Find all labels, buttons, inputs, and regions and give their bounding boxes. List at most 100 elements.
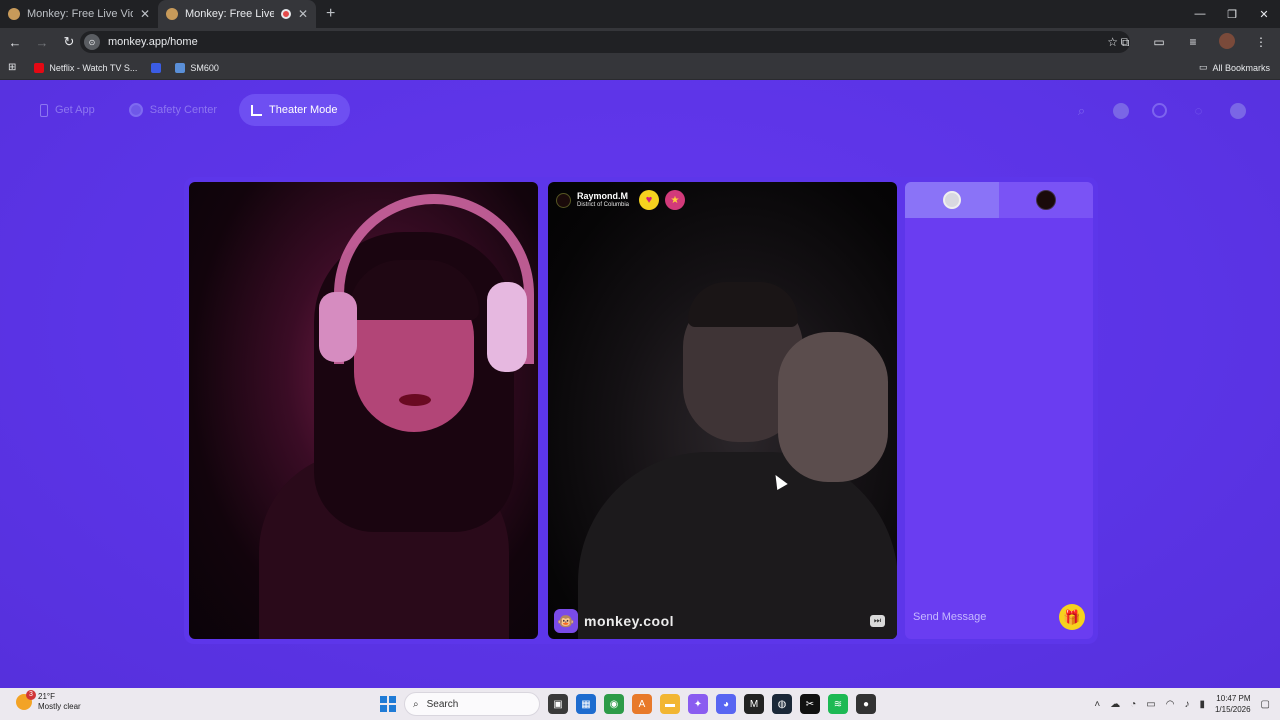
bookmark-label: Netflix - Watch TV S... [49, 62, 138, 73]
folder-icon: ▭ [1198, 62, 1208, 72]
site-info-icon[interactable]: ⊙ [84, 34, 100, 50]
remote-user-info[interactable]: Raymond.M District of Columbia ♥ ★ [556, 190, 686, 210]
all-bookmarks[interactable]: ▭ All Bookmarks [1199, 62, 1270, 73]
chat-input-bar: 🎁 [905, 595, 1093, 639]
coin-icon[interactable] [1110, 100, 1131, 121]
extensions-icon[interactable]: ⧉ [1114, 35, 1136, 50]
close-tab-icon[interactable]: ✕ [298, 7, 308, 21]
video-figure-hair [688, 282, 798, 327]
file-explorer-icon[interactable]: ▬ [660, 694, 680, 714]
watermark-text: monkey.cool [584, 613, 675, 629]
address-bar[interactable]: ⊙ monkey.app/home ☆ [80, 31, 1130, 53]
theater-mode-label: Theater Mode [269, 104, 338, 116]
user-avatar [1036, 190, 1056, 210]
monkey-favicon-icon [8, 8, 20, 20]
skip-icon[interactable]: ⏭ [870, 615, 885, 627]
weather-desc: Mostly clear [38, 702, 81, 711]
get-app-button[interactable]: Get App [28, 94, 107, 126]
chevron-up-icon[interactable]: ˄ [1094, 699, 1100, 710]
user-avatar [943, 191, 961, 209]
gift-button-icon[interactable]: 🎁 [1059, 604, 1085, 630]
back-icon[interactable]: ← [3, 30, 27, 54]
search-icon: ⌕ [413, 698, 419, 710]
bookmarks-bar: ⊞ Netflix - Watch TV S... SM600 ▭ All Bo… [0, 56, 1280, 80]
spotify-icon[interactable]: ≋ [828, 694, 848, 714]
forward-icon[interactable]: → [30, 30, 54, 54]
search-icon[interactable]: ⌕ [1071, 100, 1092, 121]
safety-center-button[interactable]: Safety Center [117, 94, 229, 126]
windows-start-icon[interactable] [380, 696, 396, 712]
steam-icon[interactable]: ◍ [772, 694, 792, 714]
app-a-icon[interactable]: A [632, 694, 652, 714]
network-icon[interactable]: ◔ [1130, 699, 1136, 710]
chrome-icon[interactable]: ◉ [604, 694, 624, 714]
copilot-icon[interactable]: ✦ [688, 694, 708, 714]
store-icon[interactable]: ▦ [576, 694, 596, 714]
app-m-icon[interactable]: M [744, 694, 764, 714]
battery-icon[interactable]: ▮ [1199, 699, 1205, 710]
header-icons: ⌕ ◌ [1071, 100, 1248, 121]
weather-text: 21°F Mostly clear [38, 692, 81, 712]
apps-grid-icon[interactable]: ⊞ [8, 62, 16, 73]
browser-tab-1[interactable]: Monkey: Free Live Video Chat ✕ [0, 0, 158, 28]
media-controls-icon[interactable]: ≡ [1182, 35, 1204, 49]
chat-bubble-icon[interactable]: ◌ [1188, 100, 1209, 121]
system-tray: ˄ ☁ ◔ ▭ ◠ ♪ ▮ 10:47 PM 1/15/2026 ▢ [1094, 688, 1270, 720]
search-label: Search [426, 698, 459, 710]
capcut-icon[interactable]: ✂ [800, 694, 820, 714]
remote-user-location: District of Columbia [577, 202, 630, 208]
reload-icon[interactable]: ↻ [57, 30, 81, 54]
video-chat-stage: Raymond.M District of Columbia ♥ ★ 🐵 mon… [184, 177, 1098, 644]
maximize-icon[interactable]: ❐ [1216, 0, 1248, 28]
headphones-ear-right [487, 282, 527, 372]
task-view-icon[interactable]: ▣ [548, 694, 568, 714]
taskbar-search[interactable]: ⌕ Search [404, 692, 540, 716]
bookmark-netflix[interactable]: Netflix - Watch TV S... [34, 62, 138, 73]
clock-date: 1/15/2026 [1214, 705, 1251, 714]
cast-icon[interactable]: ▭ [1148, 35, 1170, 49]
new-tab-button[interactable]: + [326, 5, 335, 23]
notification-icon[interactable]: ▢ [1261, 699, 1270, 710]
gift-badge-icon[interactable]: ★ [665, 190, 686, 210]
minimize-icon[interactable]: — [1184, 0, 1216, 28]
discord-icon[interactable]: ◕ [716, 694, 736, 714]
close-tab-icon[interactable]: ✕ [140, 7, 150, 21]
tab-title: Monkey: Free Live Video Chat [27, 8, 133, 20]
window-controls: — ❐ ✕ [1184, 0, 1280, 28]
tab-title: Monkey: Free Live Video Ch [185, 8, 274, 20]
weather-widget[interactable]: 3 21°F Mostly clear [16, 690, 81, 712]
app-red-icon[interactable]: ● [856, 694, 876, 714]
history-icon[interactable] [1149, 100, 1170, 121]
menu-icon[interactable]: ⋮ [1250, 35, 1272, 49]
profile-icon[interactable] [1216, 32, 1238, 52]
wifi-icon[interactable]: ◠ [1166, 699, 1175, 710]
video-figure-hand [778, 332, 888, 482]
close-window-icon[interactable]: ✕ [1248, 0, 1280, 28]
onedrive-icon[interactable]: ☁ [1110, 699, 1120, 710]
weather-badge: 3 [26, 690, 36, 700]
safety-center-label: Safety Center [149, 104, 218, 116]
monkey-favicon-icon [166, 8, 178, 20]
browser-toolbar: ← → ↻ ⊙ monkey.app/home ☆ ⧉ ▭ ≡ ⋮ [0, 28, 1280, 56]
browser-tab-2[interactable]: Monkey: Free Live Video Ch ✕ [158, 0, 316, 28]
taskbar-apps: ⌕ Search ▣ ▦ ◉ A ▬ ✦ ◕ M ◍ ✂ ≋ ● [380, 692, 876, 716]
browser-tab-bar: Monkey: Free Live Video Chat ✕ Monkey: F… [0, 0, 1280, 28]
bookmark-roblox[interactable] [151, 62, 162, 73]
heart-badge-icon[interactable]: ♥ [639, 190, 660, 210]
theater-mode-button[interactable]: Theater Mode [239, 94, 350, 126]
volume-icon[interactable]: ♪ [1184, 699, 1189, 710]
chat-tab-user-1[interactable] [905, 182, 999, 218]
netflix-icon [34, 62, 45, 73]
get-app-label: Get App [55, 104, 95, 116]
bookmark-sm600[interactable]: SM600 [175, 62, 219, 73]
chat-tab-user-2[interactable] [999, 182, 1093, 218]
url-text: monkey.app/home [108, 36, 198, 48]
expand-icon [251, 104, 263, 116]
display-icon[interactable]: ▭ [1146, 699, 1155, 710]
video-figure-lips [399, 394, 431, 406]
roblox-icon [151, 62, 162, 73]
chat-panel: 🎁 [905, 182, 1093, 639]
profile-avatar-icon[interactable] [1227, 100, 1248, 121]
send-message-input[interactable] [913, 611, 1059, 623]
clock[interactable]: 10:47 PM 1/15/2026 [1215, 693, 1251, 715]
